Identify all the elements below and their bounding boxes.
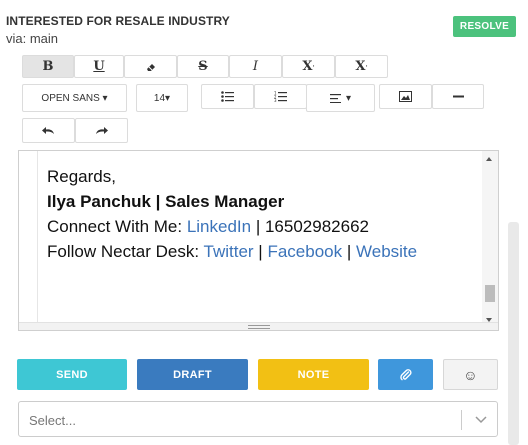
- macro-select[interactable]: Select...: [18, 401, 498, 437]
- page-scrollbar[interactable]: [508, 222, 519, 445]
- scroll-thumb[interactable]: [485, 285, 495, 302]
- insert-image-button[interactable]: [379, 84, 432, 109]
- superscript-button[interactable]: X ·: [282, 55, 335, 78]
- bold-button[interactable]: B: [22, 55, 74, 78]
- strikethrough-button[interactable]: S: [177, 55, 229, 78]
- phone-number: | 16502982662: [251, 217, 369, 236]
- horizontal-rule-icon: [452, 95, 464, 98]
- connect-label: Connect With Me:: [47, 217, 187, 236]
- numbered-list-icon: 123: [274, 91, 287, 102]
- horizontal-rule-button[interactable]: [432, 84, 484, 109]
- underline-button[interactable]: U: [74, 55, 124, 78]
- undo-icon: [42, 127, 54, 134]
- font-family-dropdown[interactable]: OPEN SANS ▾: [22, 84, 127, 112]
- resolve-button[interactable]: RESOLVE: [453, 16, 516, 37]
- ticket-reply-panel: INTERESTED FOR RESALE INDUSTRY via: main…: [0, 0, 528, 445]
- attach-button[interactable]: [378, 359, 433, 390]
- linkedin-link[interactable]: LinkedIn: [187, 217, 251, 236]
- paperclip-icon: [399, 368, 412, 380]
- follow-label: Follow Nectar Desk:: [47, 242, 204, 261]
- grip-icon: [248, 325, 270, 329]
- svg-text:3: 3: [274, 98, 277, 102]
- signature-connect-line: Connect With Me: LinkedIn | 16502982662: [47, 214, 417, 239]
- superscript-label: X: [302, 59, 313, 74]
- align-dropdown[interactable]: ▾: [306, 84, 375, 112]
- bullet-list-icon: [221, 91, 234, 102]
- scroll-up-icon[interactable]: [486, 157, 492, 161]
- ticket-source: via: main: [6, 31, 59, 46]
- editor-scrollbar[interactable]: [482, 151, 498, 330]
- website-link[interactable]: Website: [356, 242, 417, 261]
- select-placeholder: Select...: [29, 413, 76, 428]
- redo-icon: [96, 127, 108, 134]
- draft-button[interactable]: DRAFT: [137, 359, 248, 390]
- editor-gutter: [37, 151, 38, 330]
- signature-greeting: Regards,: [47, 167, 116, 186]
- subscript-mark: ·: [365, 63, 368, 70]
- ticket-title: INTERESTED FOR RESALE INDUSTRY: [6, 14, 230, 28]
- link-separator: |: [342, 242, 356, 261]
- signature-name: Ilya Panchuk | Sales Manager: [47, 192, 285, 211]
- font-size-dropdown[interactable]: 14▾: [136, 84, 188, 112]
- editor-resize-handle[interactable]: [19, 322, 498, 330]
- link-separator: |: [253, 242, 268, 261]
- italic-button[interactable]: I: [229, 55, 282, 78]
- redo-button[interactable]: [75, 118, 128, 143]
- undo-button[interactable]: [22, 118, 75, 143]
- clear-format-button[interactable]: [124, 55, 177, 78]
- send-button[interactable]: SEND: [17, 359, 127, 390]
- bullet-list-button[interactable]: [201, 84, 254, 109]
- eraser-icon: [146, 63, 155, 71]
- chevron-down-icon[interactable]: [474, 412, 488, 426]
- subscript-label: X: [355, 59, 366, 74]
- facebook-link[interactable]: Facebook: [267, 242, 342, 261]
- align-caret: ▾: [345, 92, 352, 104]
- emoji-button[interactable]: ☺: [443, 359, 498, 390]
- image-icon: [399, 91, 412, 102]
- signature-follow-line: Follow Nectar Desk: Twitter | Facebook |…: [47, 239, 417, 264]
- editor-toolbar: B U S I X · X · OPEN SANS ▾ 14▾ 123 ▾: [18, 55, 499, 150]
- numbered-list-button[interactable]: 123: [254, 84, 307, 109]
- superscript-mark: ·: [312, 63, 315, 70]
- message-editor[interactable]: Regards, Ilya Panchuk | Sales Manager Co…: [18, 150, 499, 331]
- align-icon: [329, 93, 341, 103]
- signature-content[interactable]: Regards, Ilya Panchuk | Sales Manager Co…: [47, 164, 417, 264]
- subscript-button[interactable]: X ·: [335, 55, 388, 78]
- select-divider: [461, 410, 462, 430]
- note-button[interactable]: NOTE: [258, 359, 369, 390]
- twitter-link[interactable]: Twitter: [204, 242, 254, 261]
